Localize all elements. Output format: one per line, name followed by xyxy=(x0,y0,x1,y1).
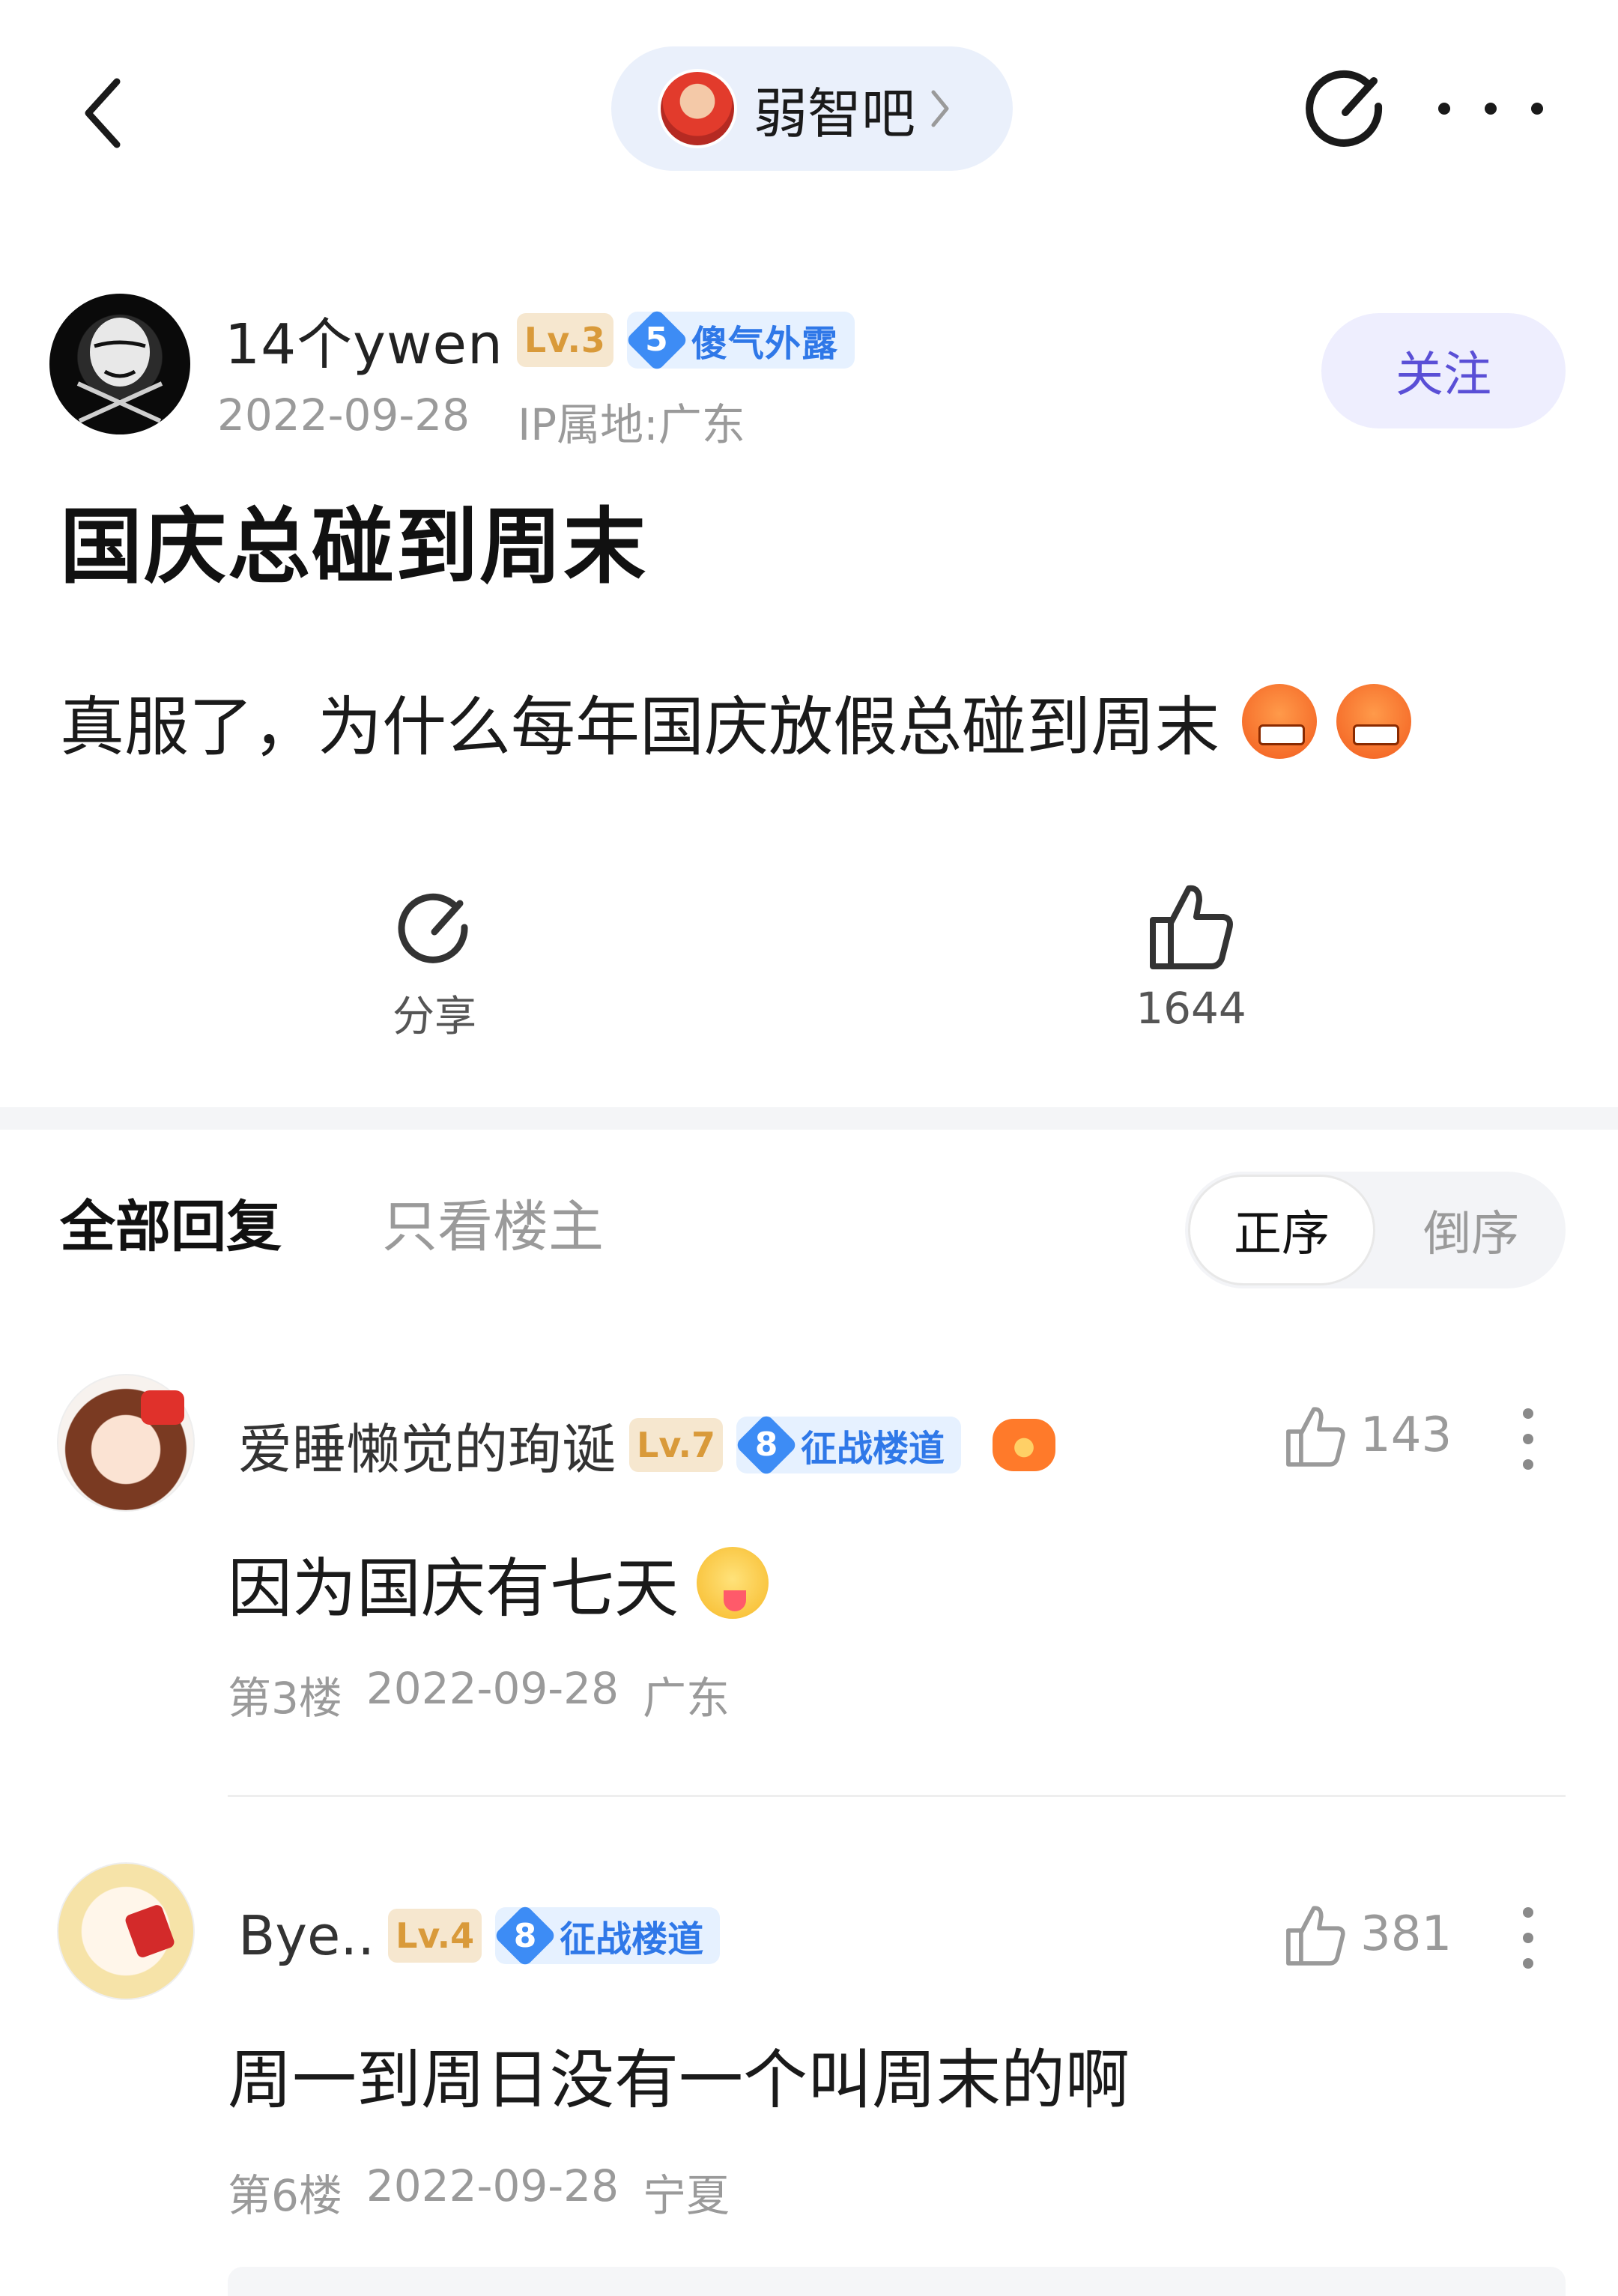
forum-avatar xyxy=(658,69,737,148)
post-body: 真服了，为什么每年国庆放假总碰到周末 xyxy=(60,674,1411,768)
reply-location: 宁夏 xyxy=(642,2170,730,2221)
share-icon xyxy=(398,893,468,963)
post-title: 国庆总碰到周末 xyxy=(60,499,647,595)
diamond-icon: 8 xyxy=(736,1417,796,1473)
share-action[interactable]: 分享 xyxy=(375,884,494,1044)
reply-like-button[interactable]: 143 xyxy=(1281,1401,1452,1470)
reply-like-count: 143 xyxy=(1360,1408,1452,1463)
reply-location: 广东 xyxy=(642,1673,730,1724)
author-meta: 2022-09-28 IP属地:广东 xyxy=(217,390,745,452)
dot-icon xyxy=(1485,103,1497,115)
post-body-text: 真服了，为什么每年国庆放假总碰到周末 xyxy=(60,690,1219,765)
floor-number: 第6楼 xyxy=(228,2170,342,2221)
reply-more-button[interactable] xyxy=(1521,1907,1536,1969)
honor-level: 5 xyxy=(645,321,669,359)
reply-more-button[interactable] xyxy=(1521,1408,1536,1470)
dot-icon xyxy=(1523,1907,1533,1918)
honor-title: 征战楼道 xyxy=(801,1427,945,1470)
share-button-top[interactable] xyxy=(1300,60,1390,157)
author-avatar[interactable] xyxy=(49,294,190,434)
reply-author-name[interactable]: Bye.. xyxy=(238,1904,375,1967)
level-badge: Lv.7 xyxy=(629,1417,724,1472)
share-icon xyxy=(1306,70,1383,147)
reply-meta: 第3楼 2022-09-28 广东 xyxy=(228,1663,730,1726)
reply-like-count: 381 xyxy=(1360,1906,1452,1962)
chevron-right-icon xyxy=(931,90,949,127)
share-label: 分享 xyxy=(393,993,476,1041)
like-action[interactable]: 1644 xyxy=(1124,876,1258,1034)
sort-order-toggle: 正序 倒序 xyxy=(1185,1172,1566,1288)
mask-icon xyxy=(76,318,163,423)
order-desc-button[interactable]: 倒序 xyxy=(1380,1175,1563,1285)
game-badge-icon xyxy=(993,1418,1056,1471)
follow-button[interactable]: 关注 xyxy=(1321,313,1566,428)
reply-header: Bye.. Lv.4 8 征战楼道 xyxy=(238,1904,721,1967)
dot-icon xyxy=(1523,1408,1533,1419)
reply-like-button[interactable]: 381 xyxy=(1281,1900,1452,1969)
honor-title: 征战楼道 xyxy=(560,1918,704,1960)
reply-date: 2022-09-28 xyxy=(366,2160,619,2211)
dot-icon xyxy=(1523,1933,1533,1943)
like-count: 1644 xyxy=(1136,983,1246,1034)
floor-number: 第3楼 xyxy=(228,1673,342,1724)
ip-location: IP属地:广东 xyxy=(518,399,745,450)
dot-icon xyxy=(1523,1958,1533,1969)
reply-text: 因为国庆有七天 xyxy=(228,1551,679,1626)
level-badge: Lv.4 xyxy=(388,1909,482,1963)
reply-text: 周一到周日没有一个叫周末的啊 xyxy=(228,2043,1130,2118)
reply-item: 爱睡懒觉的珣诞 Lv.7 8 征战楼道 143 因为国庆有七天 第3楼 2022… xyxy=(0,1363,1618,1798)
forum-entry[interactable]: 弱智吧 xyxy=(611,46,1013,171)
dot-icon xyxy=(1523,1459,1533,1470)
order-asc-button[interactable]: 正序 xyxy=(1188,1175,1375,1285)
diamond-icon: 5 xyxy=(627,312,687,369)
reply-divider xyxy=(228,1795,1566,1797)
reply-content: 因为国庆有七天 xyxy=(228,1536,769,1629)
reply-author-name[interactable]: 爱睡懒觉的珣诞 xyxy=(238,1405,616,1484)
thumbs-up-icon xyxy=(1286,1906,1345,1966)
honor-level: 8 xyxy=(513,1916,537,1955)
level-badge: Lv.3 xyxy=(516,312,613,367)
thumbs-up-icon xyxy=(1286,1407,1345,1467)
thumbs-up-icon xyxy=(1150,885,1233,969)
angry-emoji-icon xyxy=(1242,683,1317,759)
reply-meta: 第6楼 2022-09-28 宁夏 xyxy=(228,2160,730,2223)
honor-badge: 5 傻气外露 xyxy=(626,311,855,369)
more-options-button[interactable] xyxy=(1438,82,1543,135)
back-button[interactable] xyxy=(72,72,132,154)
tab-owner-only[interactable]: 只看楼主 xyxy=(382,1182,604,1262)
dot-icon xyxy=(1531,103,1543,115)
author-info-row: 14个ywen Lv.3 5 傻气外露 xyxy=(225,300,855,380)
angry-emoji-icon xyxy=(1336,683,1411,759)
honor-level: 8 xyxy=(754,1426,778,1464)
dot-icon xyxy=(1523,1434,1533,1444)
dot-icon xyxy=(1438,103,1450,115)
reply-avatar[interactable] xyxy=(57,1862,195,2000)
reply-header: 爱睡懒觉的珣诞 Lv.7 8 征战楼道 xyxy=(238,1405,1056,1484)
forum-name: 弱智吧 xyxy=(754,82,916,145)
section-divider xyxy=(0,1107,1618,1130)
diamond-icon: 8 xyxy=(495,1907,555,1964)
honor-badge: 8 征战楼道 xyxy=(495,1907,721,1964)
reply-avatar[interactable] xyxy=(57,1374,195,1512)
reply-content: 周一到周日没有一个叫周末的啊 xyxy=(228,2027,1130,2121)
post-date: 2022-09-28 xyxy=(217,390,470,440)
honor-badge: 8 征战楼道 xyxy=(736,1416,962,1473)
author-name[interactable]: 14个ywen xyxy=(225,300,503,380)
honor-title: 傻气外露 xyxy=(691,322,838,365)
sub-reply-box-edge xyxy=(228,2267,1566,2296)
chevron-left-icon xyxy=(85,78,121,148)
tab-all-replies[interactable]: 全部回复 xyxy=(60,1182,282,1262)
yum-emoji-icon xyxy=(697,1546,769,1619)
reply-item: Bye.. Lv.4 8 征战楼道 381 周一到周日没有一个叫周末的啊 第6楼… xyxy=(0,1862,1618,2296)
reply-date: 2022-09-28 xyxy=(366,1663,619,1714)
